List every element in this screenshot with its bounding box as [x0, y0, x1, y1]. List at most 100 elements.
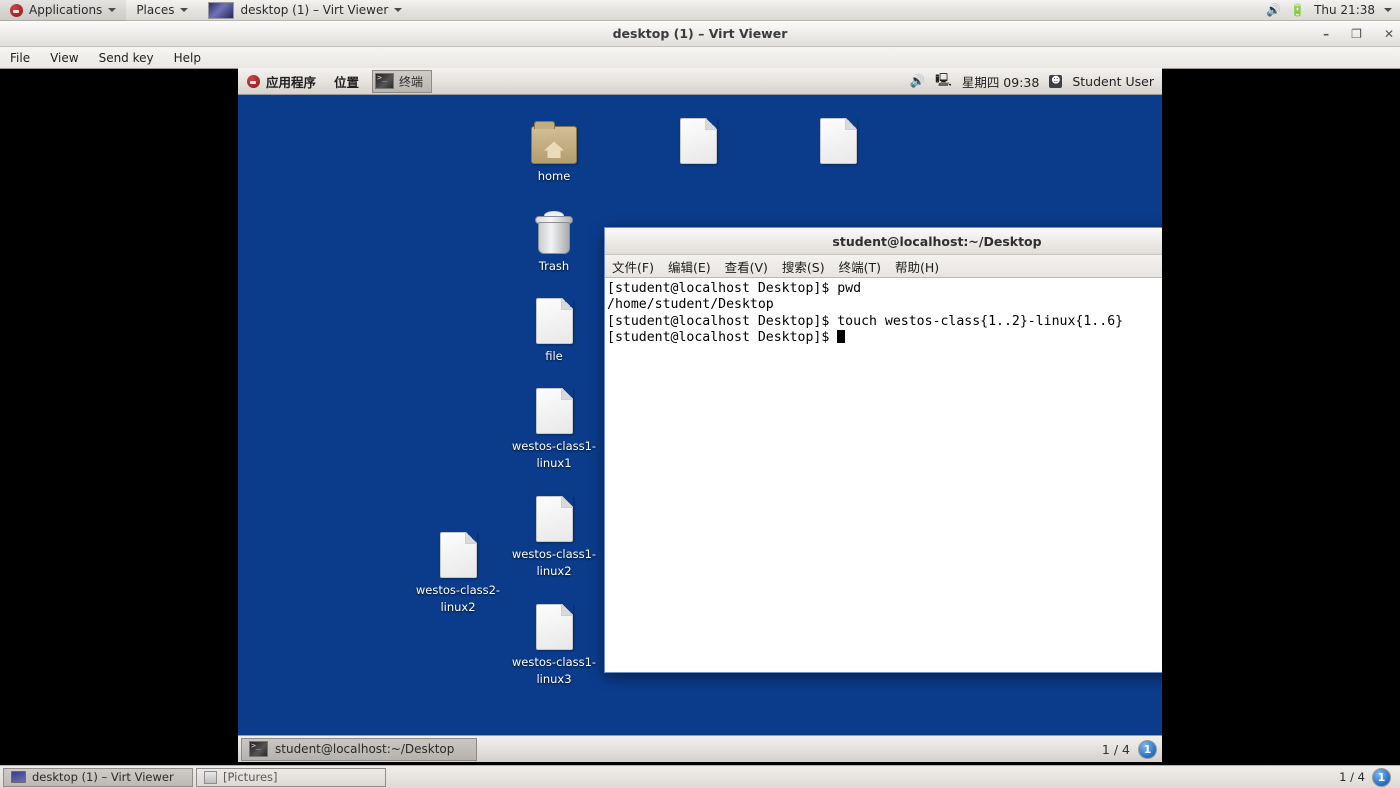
host-taskbar: desktop (1) – Virt Viewer [Pictures] 1 /…	[0, 765, 1400, 788]
menu-file[interactable]: File	[0, 47, 40, 69]
home-folder-icon	[506, 116, 602, 164]
virt-viewer-thumbnail-icon	[208, 1, 235, 19]
fedora-logo-icon	[10, 3, 23, 17]
terminal-titlebar[interactable]: student@localhost:~/Desktop _ ❐ ✕	[605, 228, 1162, 255]
desktop-icon-untitled-file-b[interactable]	[790, 116, 886, 168]
guest-window-button-terminal[interactable]: student@localhost:~/Desktop	[241, 737, 477, 761]
guest-workspace-pager[interactable]: 1 / 4 1	[1101, 739, 1157, 759]
host-applications-label: Applications	[29, 3, 103, 17]
terminal-menu-search[interactable]: 搜索(S)	[775, 255, 832, 278]
speaker-icon[interactable]: 🔊	[1266, 3, 1281, 17]
desktop-icon-file[interactable]: file	[506, 296, 602, 365]
chevron-down-icon	[394, 8, 403, 12]
terminal-menubar: 文件(F) 编辑(E) 查看(V) 搜索(S) 终端(T) 帮助(H)	[605, 255, 1162, 278]
document-icon	[506, 494, 602, 542]
terminal-body[interactable]: [student@localhost Desktop]$ pwd /home/s…	[605, 278, 1162, 672]
guest-top-panel: 应用程序 位置 终端 🔊 🖳 星期四 09:38 ☻ Student User	[238, 68, 1162, 95]
document-icon	[506, 296, 602, 344]
virt-viewer-window-controls: – ❐ ✕	[1323, 21, 1394, 47]
terminal-menu-view[interactable]: 查看(V)	[718, 255, 775, 278]
terminal-icon	[375, 73, 395, 89]
host-places-menu[interactable]: Places	[126, 0, 198, 21]
host-pager[interactable]: 1 / 4 1	[1339, 767, 1397, 787]
terminal-menu-file[interactable]: 文件(F)	[605, 255, 661, 278]
battery-icon[interactable]: 🔋	[1290, 3, 1305, 17]
minimize-button[interactable]: –	[1323, 28, 1329, 40]
host-clock[interactable]: Thu 21:38	[1314, 3, 1375, 17]
desktop-icon-label: westos-class1-linux1	[511, 439, 597, 471]
monitor-icon	[11, 771, 26, 783]
desktop-icon-westos-class1-linux1[interactable]: westos-class1-linux1	[506, 386, 602, 473]
desktop-icon-label: westos-class1-linux3	[511, 655, 597, 687]
host-status-area: 🔊 🔋 Thu 21:38	[1266, 3, 1400, 17]
menu-send-key[interactable]: Send key	[89, 47, 164, 69]
speaker-icon[interactable]: 🔊	[910, 73, 926, 89]
guest-taskbar-item-label: 终端	[399, 74, 424, 89]
host-pager-text: 1 / 4	[1339, 770, 1365, 784]
trash-icon	[506, 206, 602, 254]
terminal-cursor	[837, 329, 846, 343]
terminal-icon	[249, 741, 268, 757]
terminal-window[interactable]: student@localhost:~/Desktop _ ❐ ✕ 文件(F) …	[604, 227, 1162, 673]
virt-viewer-menubar: File View Send key Help	[0, 47, 1400, 69]
taskbar-button-pictures-label: [Pictures]	[223, 770, 278, 784]
terminal-menu-help[interactable]: 帮助(H)	[888, 255, 946, 278]
guest-clock[interactable]: 星期四 09:38	[962, 72, 1040, 91]
guest-window-button-label: student@localhost:~/Desktop	[275, 742, 455, 756]
host-workspace-badge[interactable]: 1	[1372, 767, 1391, 787]
desktop-icon-trash[interactable]: Trash	[506, 206, 602, 275]
guest-display[interactable]: 应用程序 位置 终端 🔊 🖳 星期四 09:38 ☻ Student User …	[238, 68, 1162, 762]
menu-view[interactable]: View	[40, 47, 88, 69]
desktop-icon-label: westos-class2-linux2	[415, 583, 501, 615]
taskbar-button-pictures[interactable]: [Pictures]	[196, 767, 386, 787]
desktop-icon-westos-class1-linux3[interactable]: westos-class1-linux3	[506, 602, 602, 689]
document-icon	[410, 530, 506, 578]
terminal-menu-terminal[interactable]: 终端(T)	[832, 255, 888, 278]
terminal-title: student@localhost:~/Desktop	[832, 233, 1042, 249]
guest-tray: 🔊 🖳 星期四 09:38 ☻ Student User	[910, 71, 1162, 92]
guest-user-label[interactable]: Student User	[1072, 74, 1154, 89]
guest-workspace-badge[interactable]: 1	[1138, 739, 1157, 759]
document-icon	[506, 602, 602, 650]
guest-pager-text: 1 / 4	[1101, 741, 1130, 757]
virt-viewer-title: desktop (1) – Virt Viewer	[612, 26, 788, 41]
desktop-icon-westos-class2-linux2[interactable]: westos-class2-linux2	[410, 530, 506, 617]
desktop-icon-untitled-file-a[interactable]	[650, 116, 746, 168]
host-places-label: Places	[136, 3, 175, 17]
desktop-icon-label: home	[537, 169, 571, 183]
chevron-down-icon	[180, 8, 189, 12]
maximize-button[interactable]: ❐	[1351, 28, 1362, 40]
taskbar-button-virt-viewer[interactable]: desktop (1) – Virt Viewer	[3, 767, 193, 787]
close-button[interactable]: ✕	[1384, 28, 1394, 40]
host-window-label: desktop (1) – Virt Viewer	[240, 3, 389, 17]
chevron-down-icon	[108, 8, 117, 12]
document-icon	[790, 116, 886, 164]
document-icon	[650, 116, 746, 164]
chevron-down-icon[interactable]	[1384, 8, 1392, 12]
fedora-logo-icon	[247, 74, 260, 88]
virt-viewer-titlebar: desktop (1) – Virt Viewer – ❐ ✕	[0, 21, 1400, 47]
terminal-menu-edit[interactable]: 编辑(E)	[661, 255, 718, 278]
desktop-icon-home[interactable]: home	[506, 116, 602, 185]
desktop-icon-label: westos-class1-linux2	[511, 547, 597, 579]
taskbar-button-virt-viewer-label: desktop (1) – Virt Viewer	[32, 770, 174, 784]
guest-applications-menu[interactable]: 应用程序	[238, 68, 325, 95]
monitor-icon[interactable]: 🖳	[935, 71, 952, 92]
desktop-icon-label: file	[545, 349, 563, 363]
menu-help[interactable]: Help	[164, 47, 211, 69]
desktop-icon-label: Trash	[538, 259, 570, 273]
screen-root: Applications Places desktop (1) – Virt V…	[0, 0, 1400, 788]
guest-places-menu[interactable]: 位置	[325, 68, 368, 95]
pictures-icon	[204, 770, 217, 784]
guest-bottom-panel: student@localhost:~/Desktop 1 / 4 1	[238, 735, 1162, 762]
document-icon	[506, 386, 602, 434]
host-applications-menu[interactable]: Applications	[0, 0, 127, 21]
user-icon: ☻	[1049, 74, 1063, 88]
guest-taskbar-item-terminal[interactable]: 终端	[372, 69, 433, 93]
host-top-panel: Applications Places desktop (1) – Virt V…	[0, 0, 1400, 21]
desktop-icon-westos-class1-linux2[interactable]: westos-class1-linux2	[506, 494, 602, 581]
guest-places-label: 位置	[334, 74, 360, 90]
host-window-menu[interactable]: desktop (1) – Virt Viewer	[198, 0, 412, 21]
guest-applications-label: 应用程序	[266, 74, 317, 90]
terminal-output[interactable]: [student@localhost Desktop]$ pwd /home/s…	[605, 278, 1162, 672]
